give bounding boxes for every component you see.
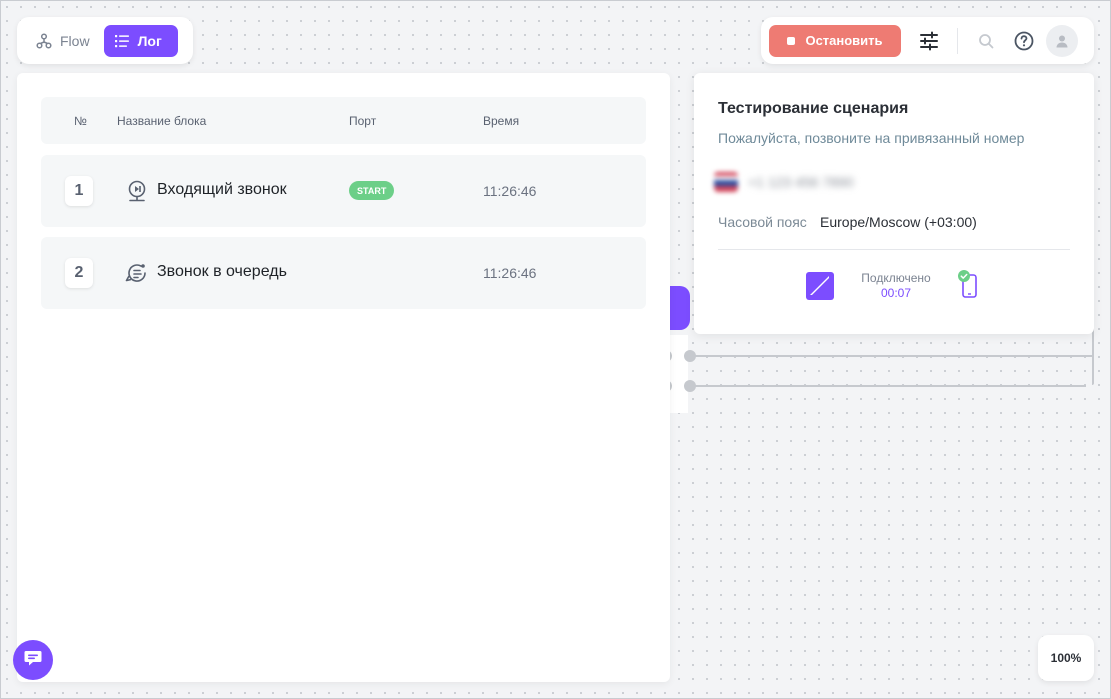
timezone-label: Часовой пояс	[718, 214, 807, 230]
help-icon[interactable]	[1008, 25, 1040, 57]
call-timer: 00:07	[880, 286, 912, 300]
test-scenario-panel: Тестирование сценария Пожалуйста, позвон…	[694, 73, 1094, 334]
column-header-time: Время	[483, 114, 520, 128]
column-header-port: Порт	[349, 114, 377, 128]
log-tab-label: Лог	[137, 32, 162, 49]
row-number: 1	[65, 176, 93, 206]
log-tab[interactable]: Лог	[103, 24, 178, 57]
stop-icon	[787, 36, 796, 45]
flow-icon	[36, 32, 52, 49]
connection-wire	[690, 385, 1086, 387]
connection-wire	[1092, 357, 1094, 385]
chat-icon	[23, 648, 43, 673]
app-logo-icon	[805, 271, 835, 306]
phone-connected-icon	[957, 269, 979, 304]
incoming-call-icon	[125, 179, 149, 203]
timezone-value: Europe/Moscow (+03:00)	[820, 214, 977, 230]
toolbar: Остановить	[761, 17, 1094, 64]
zoom-level[interactable]: 100%	[1038, 635, 1094, 681]
phone-number: +1 123 456 7890	[748, 174, 854, 190]
start-port-badge: START	[349, 181, 395, 200]
column-header-name: Название блока	[117, 114, 207, 128]
row-number: 2	[65, 258, 93, 288]
test-panel-title: Тестирование сценария	[718, 100, 909, 117]
status-text-block: Подключено 00:07	[856, 271, 936, 301]
connection-wire	[690, 355, 1092, 357]
country-flag-icon	[714, 172, 738, 192]
flow-tab[interactable]: Flow	[24, 25, 102, 57]
toolbar-divider	[957, 27, 958, 54]
panel-divider	[718, 249, 1070, 250]
log-row[interactable]: 1 Входящий звонок START 11:26:46	[41, 155, 646, 227]
queue-call-icon	[125, 261, 149, 285]
chat-support-button[interactable]	[13, 640, 53, 680]
wire-port-dot[interactable]	[684, 350, 696, 362]
row-block-name: Звонок в очередь	[157, 263, 287, 280]
phone-number-row: +1 123 456 7890	[714, 172, 854, 192]
list-icon	[114, 33, 130, 49]
log-table-header: № Название блока Порт Время	[41, 97, 646, 144]
status-label: Подключено	[861, 271, 931, 285]
flow-tab-label: Flow	[60, 32, 90, 49]
test-panel-subtitle: Пожалуйста, позвоните на привязанный ном…	[718, 130, 1025, 146]
column-header-num: №	[74, 114, 87, 128]
connection-status: Подключено 00:07	[805, 269, 985, 305]
row-time: 11:26:46	[483, 265, 537, 281]
settings-sliders-icon[interactable]	[913, 25, 945, 57]
stop-button[interactable]: Остановить	[769, 24, 901, 57]
user-avatar-icon[interactable]	[1046, 24, 1078, 57]
log-row[interactable]: 2 Звонок в очередь 11:26:46	[41, 237, 646, 309]
search-icon[interactable]	[970, 25, 1002, 57]
view-toggle: Flow Лог	[17, 17, 193, 64]
stop-button-label: Остановить	[805, 33, 883, 48]
row-time: 11:26:46	[483, 183, 537, 199]
wire-port-dot[interactable]	[684, 380, 696, 392]
row-block-name: Входящий звонок	[157, 181, 287, 198]
log-panel: № Название блока Порт Время 1 Входящий з…	[17, 73, 670, 682]
